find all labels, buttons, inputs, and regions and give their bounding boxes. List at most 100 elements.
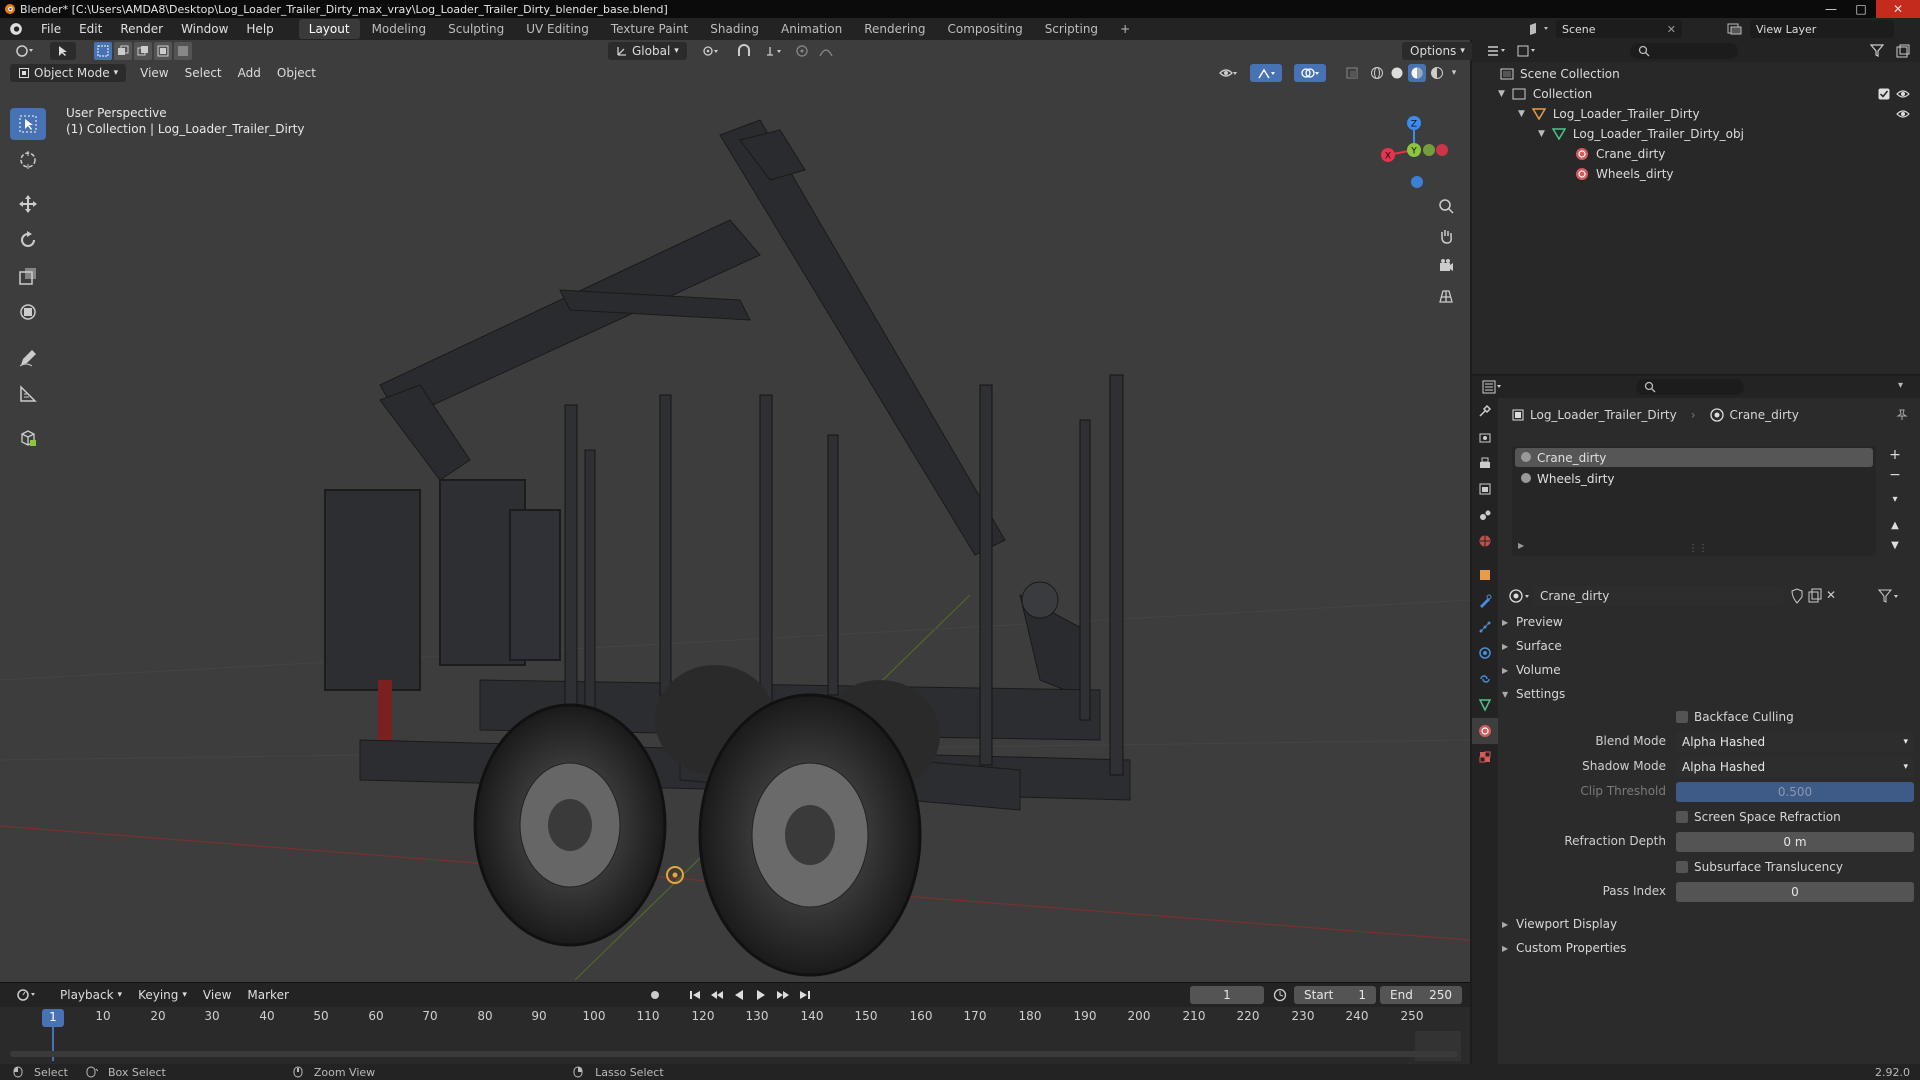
pivot-point-icon[interactable] bbox=[696, 44, 726, 58]
material-name-input[interactable]: Crane_dirty bbox=[1534, 586, 1784, 606]
overlays-icon[interactable] bbox=[1294, 64, 1326, 82]
select-extend-icon[interactable] bbox=[114, 42, 132, 60]
panel-preview[interactable]: ▶ Preview bbox=[1502, 612, 1563, 632]
select-intersect-icon[interactable] bbox=[174, 42, 192, 60]
eye-icon[interactable] bbox=[1896, 108, 1910, 120]
remove-slot-button[interactable]: − bbox=[1886, 466, 1904, 484]
auto-keying-icon[interactable] bbox=[642, 989, 668, 1001]
orientation-dropdown[interactable]: Global ▾ bbox=[608, 42, 687, 60]
blender-menu-icon[interactable] bbox=[0, 22, 32, 36]
outliner[interactable]: Scene Collection ▼ Collection ▼ Log_Load… bbox=[1472, 40, 1920, 374]
visibility-icon[interactable] bbox=[1214, 66, 1242, 80]
cursor-tool[interactable] bbox=[10, 144, 46, 176]
outliner-search-input[interactable] bbox=[1630, 43, 1738, 59]
jump-start-icon[interactable] bbox=[686, 989, 704, 1001]
add-workspace-button[interactable]: + bbox=[1110, 19, 1140, 39]
menu-view[interactable]: View bbox=[132, 66, 176, 80]
play-icon[interactable] bbox=[752, 989, 770, 1001]
exclude-checkbox-icon[interactable] bbox=[1878, 88, 1890, 100]
properties-search-input[interactable] bbox=[1636, 379, 1744, 395]
slot-specials-button[interactable]: ▾ bbox=[1886, 490, 1904, 508]
list-expand-icon[interactable]: ▶ bbox=[1518, 541, 1524, 550]
outliner-row-crane-dirty[interactable]: Crane_dirty bbox=[1472, 144, 1920, 164]
clock-icon[interactable] bbox=[1270, 988, 1290, 1002]
tab-modeling[interactable]: Modeling bbox=[362, 19, 437, 39]
duplicate-material-icon[interactable] bbox=[1808, 588, 1822, 604]
transform-tool[interactable] bbox=[10, 296, 46, 328]
timeline-editor-type-icon[interactable] bbox=[12, 988, 42, 1002]
proportional-edit-icon[interactable] bbox=[792, 44, 812, 58]
select-tool-icon[interactable] bbox=[50, 42, 76, 60]
tab-material[interactable] bbox=[1472, 718, 1498, 744]
tab-constraints[interactable] bbox=[1472, 666, 1498, 692]
solid-shading-icon[interactable] bbox=[1388, 64, 1406, 82]
tab-data[interactable] bbox=[1472, 692, 1498, 718]
select-box-tool[interactable] bbox=[10, 108, 46, 140]
fake-user-icon[interactable] bbox=[1790, 588, 1804, 604]
end-frame-field[interactable]: End 250 bbox=[1380, 986, 1462, 1004]
gizmo-toggle-icon[interactable] bbox=[1250, 64, 1282, 82]
eye-icon[interactable] bbox=[1896, 88, 1910, 100]
panel-surface[interactable]: ▶ Surface bbox=[1502, 636, 1562, 656]
frame-ruler[interactable]: 1 10 20 30 40 50 60 70 80 90 100 110 120… bbox=[0, 1009, 1460, 1061]
tab-render[interactable] bbox=[1472, 424, 1498, 450]
move-slot-up-button[interactable]: ▲ bbox=[1886, 516, 1904, 534]
tab-layout[interactable]: Layout bbox=[298, 19, 360, 39]
panel-custom-properties[interactable]: ▶ Custom Properties bbox=[1502, 938, 1626, 958]
menu-select[interactable]: Select bbox=[177, 66, 230, 80]
material-link-icon[interactable] bbox=[1878, 588, 1902, 604]
add-slot-button[interactable]: + bbox=[1886, 446, 1904, 464]
menu-help[interactable]: Help bbox=[237, 22, 282, 36]
expand-arrow-icon[interactable]: ▼ bbox=[1498, 89, 1505, 99]
rendered-shading-icon[interactable] bbox=[1428, 64, 1446, 82]
expand-arrow-icon[interactable]: ▼ bbox=[1518, 109, 1525, 119]
scene-icon[interactable] bbox=[1528, 21, 1550, 37]
camera-view-icon[interactable] bbox=[1432, 252, 1460, 280]
start-frame-field[interactable]: Start 1 bbox=[1294, 986, 1376, 1004]
tab-uv-editing[interactable]: UV Editing bbox=[516, 19, 599, 39]
panel-settings[interactable]: ▼ Settings bbox=[1502, 684, 1565, 704]
outliner-editor-type-icon[interactable] bbox=[1482, 44, 1512, 58]
pin-icon[interactable] bbox=[1896, 409, 1908, 421]
minimize-button[interactable]: — bbox=[1816, 0, 1846, 18]
outliner-row-mesh-data[interactable]: ▼ Log_Loader_Trailer_Dirty_obj bbox=[1472, 124, 1920, 144]
scene-selector[interactable]: Scene ✕ bbox=[1556, 20, 1682, 38]
outliner-row-scene-collection[interactable]: Scene Collection bbox=[1472, 64, 1920, 84]
outliner-row-log-loader[interactable]: ▼ Log_Loader_Trailer_Dirty bbox=[1472, 104, 1920, 124]
current-frame-field[interactable]: 1 bbox=[1190, 986, 1264, 1004]
panel-viewport-display[interactable]: ▶ Viewport Display bbox=[1502, 914, 1617, 934]
snap-target-icon[interactable] bbox=[760, 44, 788, 58]
shading-chevron-icon[interactable]: ▾ bbox=[1448, 64, 1460, 82]
select-mode-buttons[interactable] bbox=[94, 42, 192, 60]
ssr-checkbox[interactable]: Screen Space Refraction bbox=[1676, 810, 1841, 824]
maximize-button[interactable]: □ bbox=[1846, 0, 1876, 18]
menu-window[interactable]: Window bbox=[172, 22, 237, 36]
scene-close-icon[interactable]: ✕ bbox=[1667, 23, 1676, 36]
tab-physics[interactable] bbox=[1472, 640, 1498, 666]
menu-object[interactable]: Object bbox=[269, 66, 324, 80]
tab-modifiers[interactable] bbox=[1472, 588, 1498, 614]
outliner-row-collection[interactable]: ▼ Collection bbox=[1472, 84, 1920, 104]
material-slot-list[interactable]: Crane_dirty Wheels_dirty ▶ ⋮⋮ bbox=[1512, 446, 1876, 556]
tab-scene[interactable] bbox=[1472, 502, 1498, 528]
shading-buttons[interactable]: ▾ bbox=[1368, 64, 1460, 82]
tab-tool[interactable] bbox=[1472, 398, 1498, 424]
view-layer-icon[interactable] bbox=[1726, 21, 1744, 37]
zoom-icon[interactable] bbox=[1432, 192, 1460, 220]
play-reverse-icon[interactable] bbox=[730, 989, 748, 1001]
timeline-view-menu[interactable]: View bbox=[195, 988, 239, 1002]
tab-texture-paint[interactable]: Texture Paint bbox=[601, 19, 698, 39]
annotate-tool[interactable] bbox=[10, 342, 46, 374]
timeline-editor[interactable]: Playback ▾ Keying ▾ View Marker 1 Start 1 … bbox=[0, 982, 1470, 1064]
rotate-tool[interactable] bbox=[10, 224, 46, 256]
scale-tool[interactable] bbox=[10, 260, 46, 292]
editor-type-icon[interactable] bbox=[10, 44, 40, 58]
add-cube-tool[interactable] bbox=[10, 422, 46, 454]
refraction-depth-field[interactable]: 0 m bbox=[1676, 832, 1914, 852]
snap-icon[interactable] bbox=[730, 44, 758, 58]
playback-menu[interactable]: Playback ▾ bbox=[52, 986, 130, 1004]
select-invert-icon[interactable] bbox=[154, 42, 172, 60]
properties-editor[interactable]: ▾ Log_Loader_Trailer_Dirty › Crane_dirty… bbox=[1472, 376, 1920, 1064]
new-collection-icon[interactable] bbox=[1896, 44, 1910, 58]
jump-end-icon[interactable] bbox=[796, 989, 814, 1001]
